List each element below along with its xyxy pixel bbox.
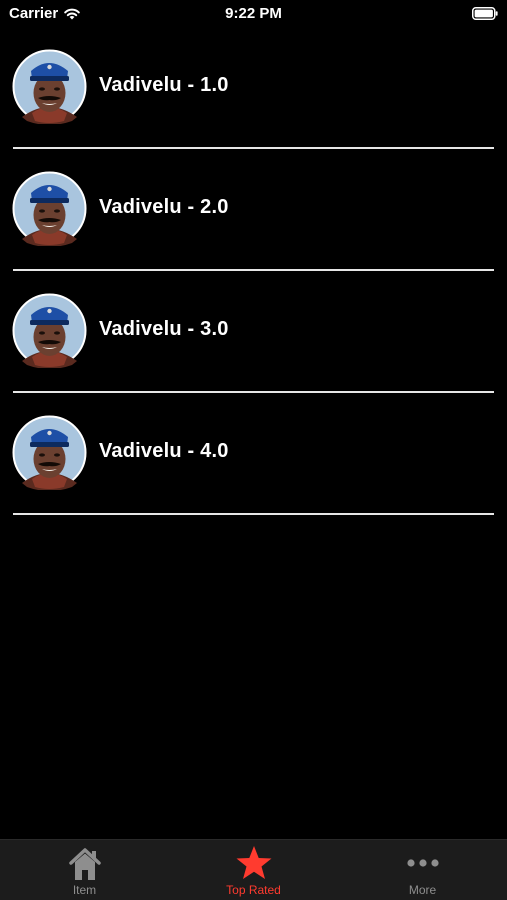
tab-label: Top Rated xyxy=(226,883,281,897)
tab-bar: Item Top Rated More xyxy=(0,839,507,900)
avatar xyxy=(12,49,87,124)
item-title: Vadivelu - 3.0 xyxy=(99,318,229,340)
list-item[interactable]: Vadivelu - 2.0 xyxy=(0,149,507,271)
more-icon xyxy=(406,859,439,867)
list-item[interactable]: Vadivelu - 4.0 xyxy=(0,393,507,515)
tab-top-rated[interactable]: Top Rated xyxy=(169,840,338,900)
tab-item[interactable]: Item xyxy=(0,840,169,900)
item-title: Vadivelu - 2.0 xyxy=(99,196,229,218)
avatar xyxy=(12,171,87,246)
item-title: Vadivelu - 4.0 xyxy=(99,440,229,462)
status-time: 9:22 PM xyxy=(225,5,282,22)
row-separator xyxy=(13,513,494,515)
list-item[interactable]: Vadivelu - 3.0 xyxy=(0,271,507,393)
status-bar: Carrier 9:22 PM xyxy=(0,0,507,30)
avatar xyxy=(12,415,87,490)
avatar xyxy=(12,293,87,368)
list-item[interactable]: Vadivelu - 1.0 xyxy=(0,27,507,149)
tab-label: Item xyxy=(72,883,97,897)
tab-label: More xyxy=(408,883,437,897)
item-title: Vadivelu - 1.0 xyxy=(99,74,229,96)
star-icon xyxy=(236,846,271,879)
tab-more[interactable]: More xyxy=(338,840,507,900)
item-list: Vadivelu - 1.0 Vadivelu - 2.0 Vadivelu -… xyxy=(0,27,507,515)
home-icon xyxy=(68,848,101,880)
battery-icon xyxy=(472,7,498,20)
